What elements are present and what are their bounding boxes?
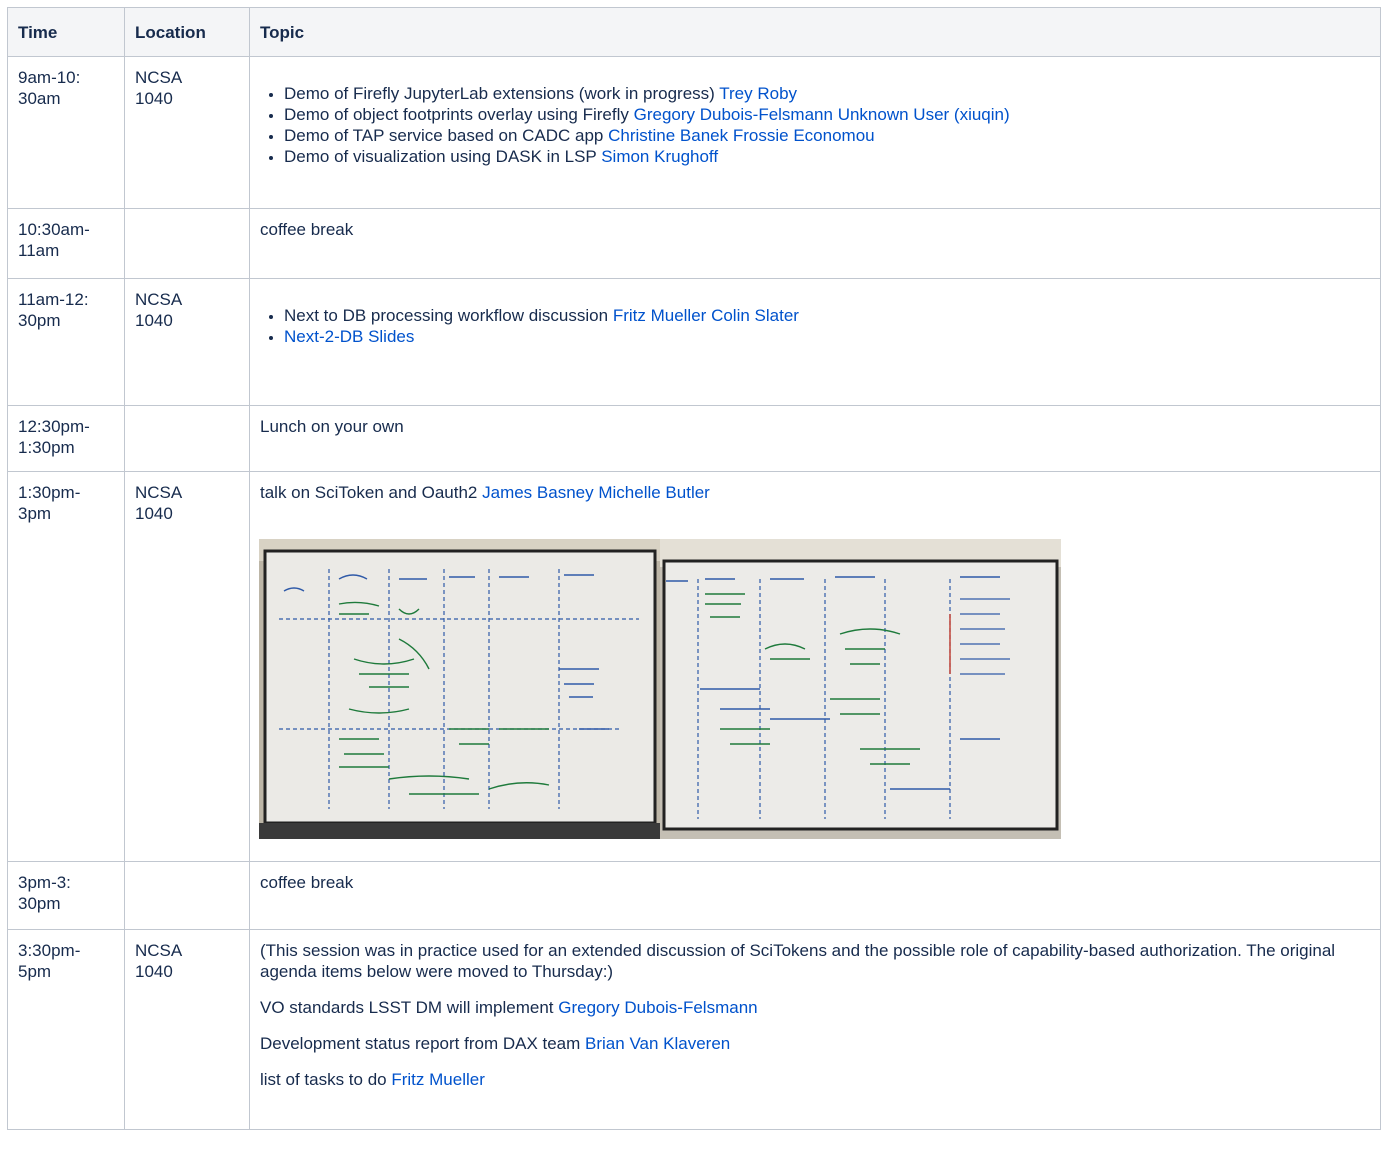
table-row: 11am-12: 30pm NCSA 1040 Next to DB proce… <box>7 278 1381 406</box>
time-text: 9am-10: 30am <box>18 68 81 108</box>
topic-text: coffee break <box>260 873 354 892</box>
item-text: Development status report from DAX team <box>260 1034 581 1053</box>
time-text: 3pm-3: 30pm <box>18 873 71 913</box>
location-text: NCSA 1040 <box>135 290 183 330</box>
whiteboard-photo-1[interactable] <box>259 539 660 839</box>
whiteboard-photo-2[interactable] <box>660 539 1061 839</box>
header-time: Time <box>7 7 125 57</box>
user-link[interactable]: Simon Krughoff <box>601 147 718 166</box>
time-cell: 9am-10: 30am <box>7 56 125 209</box>
location-cell <box>124 861 250 930</box>
item-text: Demo of object footprints overlay using … <box>284 105 629 124</box>
time-cell: 11am-12: 30pm <box>7 278 125 406</box>
user-link[interactable]: Colin Slater <box>711 306 799 325</box>
topic-paragraph: talk on SciToken and Oauth2 James Basney… <box>260 482 1370 503</box>
item-text: VO standards LSST DM will implement <box>260 998 554 1017</box>
user-link[interactable]: James Basney <box>482 483 594 502</box>
item-text: list of tasks to do <box>260 1070 387 1089</box>
topic-paragraph: list of tasks to do Fritz Mueller <box>260 1069 1370 1090</box>
location-text: NCSA 1040 <box>135 483 183 523</box>
user-link[interactable]: Fritz Mueller <box>613 306 707 325</box>
topic-cell: coffee break <box>249 208 1381 279</box>
user-link[interactable]: Brian Van Klaveren <box>585 1034 730 1053</box>
user-link[interactable]: Michelle Butler <box>598 483 710 502</box>
user-link[interactable]: Gregory Dubois-Felsmann <box>634 105 833 124</box>
location-text: NCSA 1040 <box>135 941 183 981</box>
list-item: Demo of object footprints overlay using … <box>284 104 1370 125</box>
item-text: Demo of visualization using DASK in LSP <box>284 147 597 166</box>
list-item: Demo of visualization using DASK in LSP … <box>284 146 1370 167</box>
topic-paragraph: Development status report from DAX team … <box>260 1033 1370 1054</box>
location-cell: NCSA 1040 <box>124 56 250 209</box>
user-link[interactable]: Unknown User (xiuqin) <box>838 105 1010 124</box>
topic-cell: Lunch on your own <box>249 405 1381 472</box>
table-row: 12:30pm- 1:30pm Lunch on your own <box>7 405 1381 472</box>
location-cell <box>124 405 250 472</box>
topic-paragraph: VO standards LSST DM will implement Greg… <box>260 997 1370 1018</box>
user-link[interactable]: Trey Roby <box>719 84 797 103</box>
topic-paragraph: (This session was in practice used for a… <box>260 940 1370 982</box>
topic-text: coffee break <box>260 220 354 239</box>
time-text: 10:30am- 11am <box>18 220 90 260</box>
topic-cell: Demo of Firefly JupyterLab extensions (w… <box>249 56 1381 209</box>
time-text: 1:30pm- 3pm <box>18 483 81 523</box>
user-link[interactable]: Frossie Economou <box>733 126 875 145</box>
time-cell: 10:30am- 11am <box>7 208 125 279</box>
item-text: Demo of Firefly JupyterLab extensions (w… <box>284 84 715 103</box>
topic-list: Next to DB processing workflow discussio… <box>260 305 1370 347</box>
table-row: 3pm-3: 30pm coffee break <box>7 861 1381 930</box>
list-item: Demo of Firefly JupyterLab extensions (w… <box>284 83 1370 104</box>
note-text: (This session was in practice used for a… <box>260 941 1336 981</box>
time-text: 12:30pm- 1:30pm <box>18 417 90 457</box>
location-text: NCSA 1040 <box>135 68 183 108</box>
time-cell: 1:30pm- 3pm <box>7 471 125 862</box>
table-header-row: Time Location Topic <box>7 7 1381 57</box>
topic-text: talk on SciToken and Oauth2 <box>260 483 478 502</box>
topic-cell: (This session was in practice used for a… <box>249 929 1381 1130</box>
topic-cell: Next to DB processing workflow discussio… <box>249 278 1381 406</box>
item-text: Next to DB processing workflow discussio… <box>284 306 609 325</box>
time-cell: 12:30pm- 1:30pm <box>7 405 125 472</box>
header-location: Location <box>124 7 250 57</box>
table-row: 3:30pm- 5pm NCSA 1040 (This session was … <box>7 929 1381 1130</box>
user-link[interactable]: Fritz Mueller <box>391 1070 485 1089</box>
location-cell: NCSA 1040 <box>124 278 250 406</box>
agenda-table: Time Location Topic 9am-10: 30am NCSA 10… <box>7 7 1381 1130</box>
topic-text: Lunch on your own <box>260 417 404 436</box>
list-item: Next to DB processing workflow discussio… <box>284 305 1370 326</box>
time-text: 11am-12: 30pm <box>18 290 89 330</box>
table-row: 1:30pm- 3pm NCSA 1040 talk on SciToken a… <box>7 471 1381 862</box>
topic-list: Demo of Firefly JupyterLab extensions (w… <box>260 83 1370 167</box>
time-cell: 3pm-3: 30pm <box>7 861 125 930</box>
time-text: 3:30pm- 5pm <box>18 941 81 981</box>
item-text: Demo of TAP service based on CADC app <box>284 126 604 145</box>
location-cell: NCSA 1040 <box>124 471 250 862</box>
header-topic: Topic <box>249 7 1381 57</box>
location-cell <box>124 208 250 279</box>
table-row: 9am-10: 30am NCSA 1040 Demo of Firefly J… <box>7 56 1381 209</box>
slides-link[interactable]: Next-2-DB Slides <box>284 327 414 346</box>
topic-cell: coffee break <box>249 861 1381 930</box>
location-cell: NCSA 1040 <box>124 929 250 1130</box>
user-link[interactable]: Gregory Dubois-Felsmann <box>558 998 757 1017</box>
whiteboard-photos <box>259 539 1370 839</box>
user-link[interactable]: Christine Banek <box>608 126 728 145</box>
list-item: Demo of TAP service based on CADC app Ch… <box>284 125 1370 146</box>
topic-cell: talk on SciToken and Oauth2 James Basney… <box>249 471 1381 862</box>
list-item: Next-2-DB Slides <box>284 326 1370 347</box>
time-cell: 3:30pm- 5pm <box>7 929 125 1130</box>
table-row: 10:30am- 11am coffee break <box>7 208 1381 279</box>
